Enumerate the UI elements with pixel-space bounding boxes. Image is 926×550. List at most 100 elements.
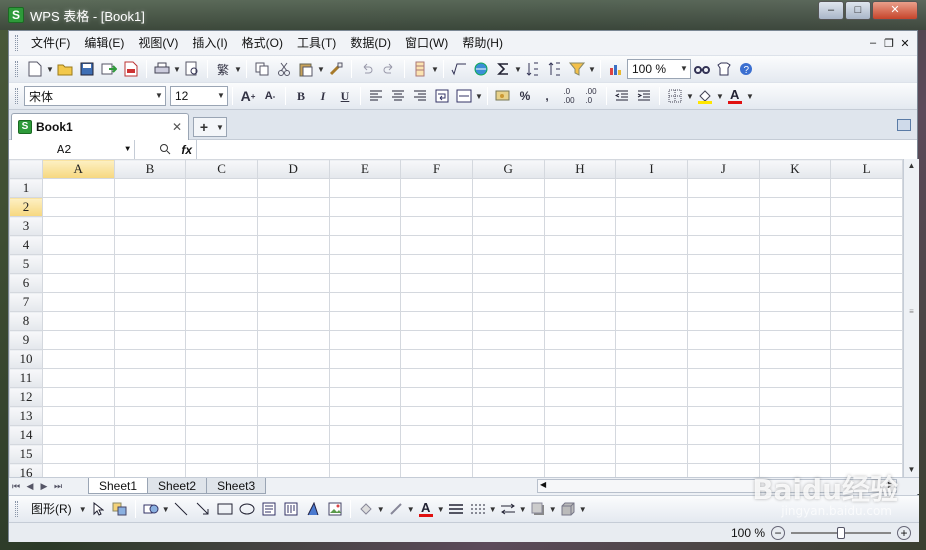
grip-icon[interactable] <box>15 61 18 77</box>
cell-h2[interactable] <box>543 197 617 217</box>
zoom-select[interactable]: 100 % ▼ <box>627 59 691 79</box>
sheet-tab-1[interactable]: Sheet1 <box>88 478 149 494</box>
grip-icon[interactable] <box>15 35 18 51</box>
chevron-down-icon[interactable]: ▼ <box>79 505 87 514</box>
cell-b7[interactable] <box>113 292 187 312</box>
skin-icon[interactable] <box>714 59 734 79</box>
cell-h14[interactable] <box>543 425 617 445</box>
zoom-out-button[interactable]: − <box>771 525 785 540</box>
line-icon[interactable] <box>171 499 191 519</box>
align-left-icon[interactable] <box>366 86 386 106</box>
undo-icon[interactable] <box>357 59 377 79</box>
autosum-icon[interactable] <box>493 59 513 79</box>
align-right-icon[interactable] <box>410 86 430 106</box>
new-tab-button[interactable]: + ▼ <box>193 117 227 137</box>
chevron-down-icon[interactable]: ▼ <box>746 92 754 101</box>
cell-g2[interactable] <box>471 197 545 217</box>
cell-a15[interactable] <box>41 444 115 464</box>
cell-d8[interactable] <box>256 311 330 331</box>
cell-a14[interactable] <box>41 425 115 445</box>
line-color-icon[interactable] <box>386 499 406 519</box>
close-button[interactable]: ✕ <box>872 1 918 20</box>
cell-h13[interactable] <box>543 406 617 426</box>
row-header-4[interactable]: 4 <box>9 235 43 255</box>
cell-l7[interactable] <box>830 292 903 312</box>
sheet-tab-3[interactable]: Sheet3 <box>206 478 267 494</box>
cell-g14[interactable] <box>471 425 545 445</box>
cell-c11[interactable] <box>185 368 258 388</box>
cell-j8[interactable] <box>686 311 760 331</box>
chevron-down-icon[interactable]: ▼ <box>215 87 227 105</box>
cell-e6[interactable] <box>328 273 402 293</box>
cell-b14[interactable] <box>113 425 187 445</box>
doc-restore-button[interactable]: ❐ <box>881 37 897 50</box>
cell-b11[interactable] <box>113 368 187 388</box>
cell-e16[interactable] <box>328 463 402 477</box>
cell-g15[interactable] <box>471 444 545 464</box>
cell-i13[interactable] <box>615 406 688 426</box>
format-painter-icon[interactable] <box>326 59 346 79</box>
last-sheet-icon[interactable]: ⏭ <box>51 481 65 492</box>
cell-l15[interactable] <box>830 444 903 464</box>
cell-f12[interactable] <box>400 387 473 407</box>
menu-file[interactable]: 文件(F) <box>24 33 77 53</box>
cell-a5[interactable] <box>41 254 115 274</box>
cell-d6[interactable] <box>256 273 330 293</box>
column-header-f[interactable]: F <box>400 159 473 179</box>
chevron-down-icon[interactable]: ▼ <box>678 60 690 78</box>
hyperlink-icon[interactable] <box>471 59 491 79</box>
cell-f14[interactable] <box>400 425 473 445</box>
cell-j15[interactable] <box>686 444 760 464</box>
cell-c2[interactable] <box>185 197 258 217</box>
cell-j13[interactable] <box>686 406 760 426</box>
arrow-style-icon[interactable] <box>498 499 518 519</box>
column-header-j[interactable]: J <box>686 159 760 179</box>
help-icon[interactable]: ? <box>736 59 756 79</box>
cell-f13[interactable] <box>400 406 473 426</box>
cell-c13[interactable] <box>185 406 258 426</box>
cell-b3[interactable] <box>113 216 187 236</box>
row-header-2[interactable]: 2 <box>9 197 43 217</box>
cell-k8[interactable] <box>758 311 832 331</box>
cell-j16[interactable] <box>686 463 760 477</box>
cell-l1[interactable] <box>830 178 903 198</box>
cell-f9[interactable] <box>400 330 473 350</box>
cell-c6[interactable] <box>185 273 258 293</box>
cell-f7[interactable] <box>400 292 473 312</box>
row-header-13[interactable]: 13 <box>9 406 43 426</box>
sort-descending-icon[interactable] <box>545 59 565 79</box>
zoom-in-button[interactable]: + <box>897 525 911 540</box>
currency-format-icon[interactable] <box>493 86 513 106</box>
cell-f2[interactable] <box>400 197 473 217</box>
chevron-down-icon[interactable]: ▼ <box>579 505 587 514</box>
cell-a12[interactable] <box>41 387 115 407</box>
cell-k13[interactable] <box>758 406 832 426</box>
cell-g8[interactable] <box>471 311 545 331</box>
cell-i11[interactable] <box>615 368 688 388</box>
cell-i1[interactable] <box>615 178 688 198</box>
font-size-select[interactable]: 12 ▼ <box>170 86 228 106</box>
chevron-down-icon[interactable]: ▼ <box>716 92 724 101</box>
cell-g9[interactable] <box>471 330 545 350</box>
cell-l8[interactable] <box>830 311 903 331</box>
cell-g4[interactable] <box>471 235 545 255</box>
cell-k3[interactable] <box>758 216 832 236</box>
column-header-c[interactable]: C <box>185 159 258 179</box>
cell-h15[interactable] <box>543 444 617 464</box>
cell-j14[interactable] <box>686 425 760 445</box>
cell-i12[interactable] <box>615 387 688 407</box>
chevron-down-icon[interactable]: ▼ <box>46 65 54 74</box>
line-style-icon[interactable] <box>446 499 466 519</box>
decrease-indent-icon[interactable] <box>612 86 632 106</box>
column-header-l[interactable]: L <box>830 159 903 179</box>
cell-b6[interactable] <box>113 273 187 293</box>
cell-h9[interactable] <box>543 330 617 350</box>
cell-j4[interactable] <box>686 235 760 255</box>
select-all-corner[interactable] <box>9 159 43 179</box>
chevron-down-icon[interactable]: ▼ <box>686 92 694 101</box>
cell-e9[interactable] <box>328 330 402 350</box>
shape-fill-icon[interactable] <box>356 499 376 519</box>
menu-tools[interactable]: 工具(T) <box>290 33 343 53</box>
cell-i5[interactable] <box>615 254 688 274</box>
row-header-12[interactable]: 12 <box>9 387 43 407</box>
